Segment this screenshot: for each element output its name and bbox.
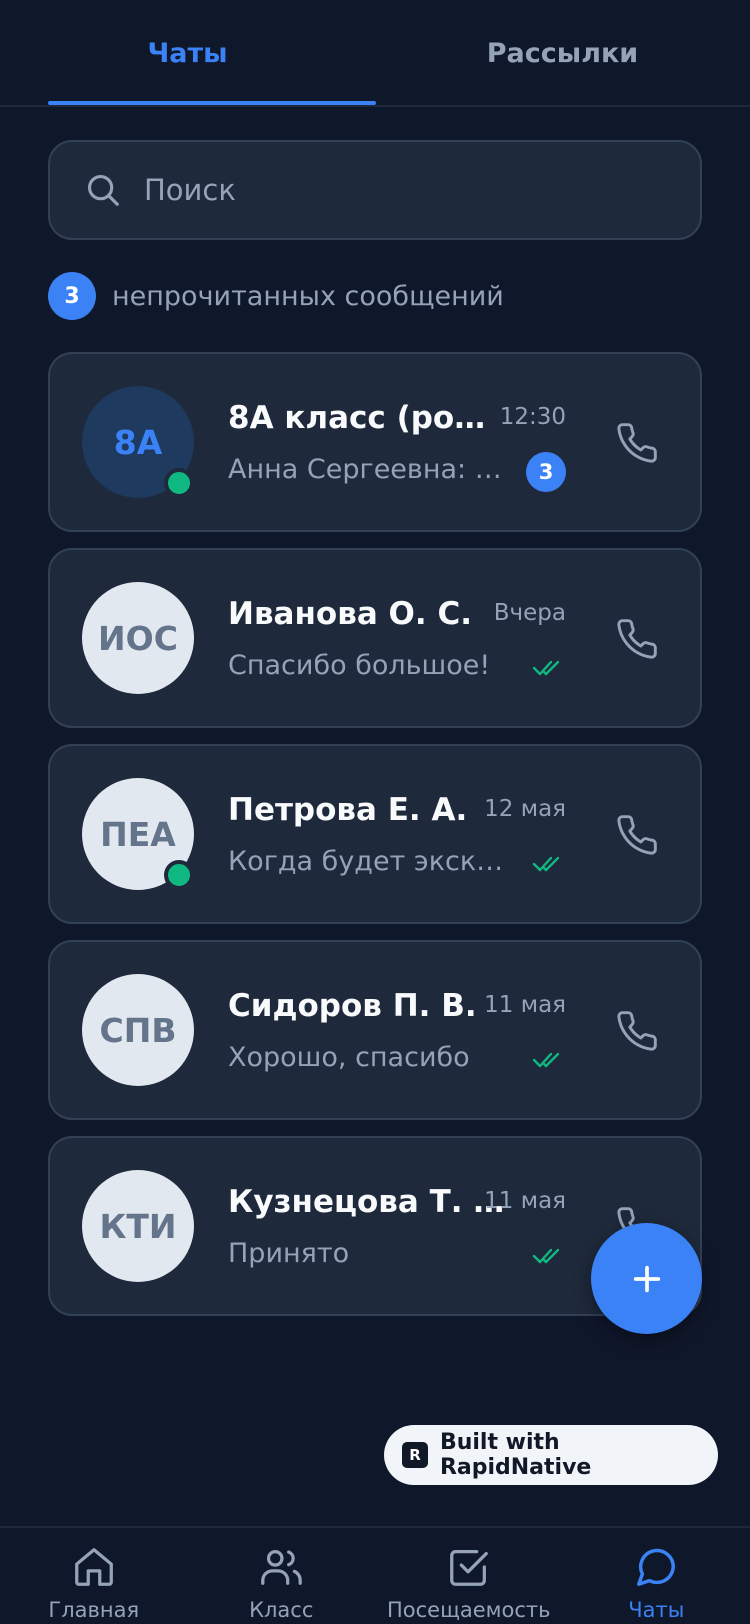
- double-check-icon: [532, 856, 560, 872]
- chat-name: Иванова О. С.: [228, 596, 472, 632]
- tab-chats-label: Чаты: [147, 38, 228, 69]
- top-tabs: Чаты Рассылки: [0, 0, 750, 107]
- chat-preview: Хорошо, спасибо: [228, 1042, 470, 1073]
- call-button[interactable]: [614, 616, 660, 662]
- call-button[interactable]: [614, 1008, 660, 1054]
- chat-bubble-icon: [637, 1548, 676, 1586]
- nav-item-class[interactable]: Класс: [188, 1528, 376, 1624]
- nav-item-home[interactable]: Главная: [0, 1528, 188, 1624]
- search-bar[interactable]: [48, 140, 702, 240]
- chat-name: Кузнецова Т. И.: [228, 1184, 508, 1220]
- phone-icon: [617, 1011, 657, 1051]
- built-with-badge[interactable]: R Built with RapidNative: [384, 1425, 718, 1485]
- nav-item-attendance[interactable]: Посещаемость: [375, 1528, 563, 1624]
- chat-name: 8А класс (родительский чат): [228, 400, 508, 436]
- unread-label: непрочитанных сообщений: [112, 280, 504, 312]
- chat-item[interactable]: 8А 8А класс (родительский чат) 12:30 Анн…: [48, 352, 702, 532]
- home-icon: [74, 1548, 113, 1586]
- bottom-nav: Главная Класс Посещаемость Чаты: [0, 1526, 750, 1624]
- chat-unread-badge: 3: [526, 452, 566, 492]
- nav-label: Главная: [48, 1598, 140, 1622]
- online-indicator: [164, 468, 194, 498]
- avatar: КТИ: [82, 1170, 194, 1282]
- chat-item[interactable]: ИОС Иванова О. С. Вчера Спасибо большое!: [48, 548, 702, 728]
- avatar: ИОС: [82, 582, 194, 694]
- unread-summary: 3 непрочитанных сообщений: [48, 272, 504, 320]
- chat-time: Вчера: [493, 600, 566, 626]
- chat-item[interactable]: СПВ Сидоров П. В. 11 мая Хорошо, спасибо: [48, 940, 702, 1120]
- built-with-label: Built with RapidNative: [439, 1430, 592, 1480]
- chat-item[interactable]: ПЕА Петрова Е. А. 12 мая Когда будет экс…: [48, 744, 702, 924]
- chat-time: 11 мая: [484, 1188, 566, 1214]
- checkbox-icon: [449, 1550, 488, 1586]
- chat-time: 12:30: [499, 404, 566, 430]
- nav-label: Чаты: [628, 1598, 685, 1622]
- rapidnative-logo-icon: R: [402, 1442, 428, 1468]
- nav-label: Класс: [249, 1598, 314, 1622]
- phone-icon: [617, 423, 657, 463]
- phone-icon: [617, 815, 657, 855]
- chat-preview: Принято: [228, 1238, 350, 1269]
- call-button[interactable]: [614, 812, 660, 858]
- app-root: Чаты Рассылки 3 непрочитанных сообщений …: [0, 0, 750, 1624]
- plus-icon: [633, 1265, 660, 1292]
- tab-chats[interactable]: Чаты: [0, 0, 375, 107]
- double-check-icon: [532, 1052, 560, 1068]
- chat-name: Петрова Е. А.: [228, 792, 468, 828]
- double-check-icon: [532, 660, 560, 676]
- phone-icon: [617, 619, 657, 659]
- double-check-icon: [532, 1248, 560, 1264]
- chat-name: Сидоров П. В.: [228, 988, 477, 1024]
- chat-preview: Анна Сергеевна: Напоминаю о собрании: [228, 454, 508, 485]
- chat-time: 12 мая: [484, 796, 566, 822]
- chat-preview: Спасибо большое!: [228, 650, 491, 681]
- chat-preview: Когда будет экскурсия?: [228, 846, 508, 877]
- tab-broadcasts[interactable]: Рассылки: [375, 0, 750, 107]
- active-tab-indicator: [48, 101, 376, 105]
- online-indicator: [164, 860, 194, 890]
- search-input[interactable]: [144, 173, 664, 207]
- tab-broadcasts-label: Рассылки: [486, 38, 639, 69]
- chat-time: 11 мая: [484, 992, 566, 1018]
- search-icon: [87, 174, 119, 206]
- new-chat-button[interactable]: [591, 1223, 702, 1334]
- users-icon: [261, 1550, 303, 1585]
- unread-count-badge: 3: [48, 272, 96, 320]
- nav-label: Посещаемость: [386, 1598, 551, 1622]
- call-button[interactable]: [614, 420, 660, 466]
- avatar: СПВ: [82, 974, 194, 1086]
- nav-item-chats[interactable]: Чаты: [563, 1528, 750, 1624]
